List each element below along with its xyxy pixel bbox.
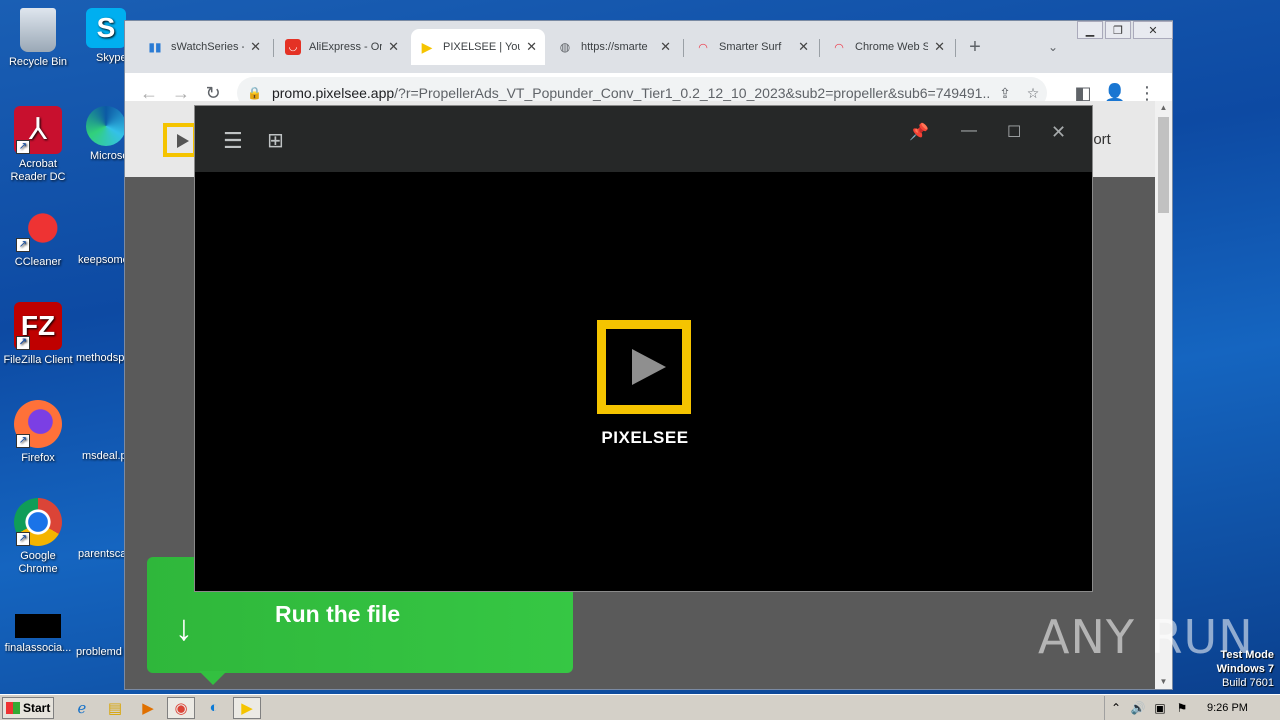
pixelsee-logo-icon <box>597 320 691 414</box>
desktop-icon-acrobat[interactable]: ⅄ ↗ Acrobat Reader DC <box>0 106 76 184</box>
desktop-icon-ccleaner[interactable]: ↗ CCleaner <box>0 204 76 269</box>
desktop-icon-chrome[interactable]: ↗ Google Chrome <box>0 498 76 576</box>
system-tray: ⌃ 🔊 ▣ ⚑ 9:26 PM <box>1104 696 1280 720</box>
url-host: promo.pixelsee.app <box>271 85 395 101</box>
tab-close-icon[interactable]: ✕ <box>798 39 809 55</box>
desktop-icon-firefox[interactable]: ↗ Firefox <box>0 400 76 465</box>
firefox-icon: ↗ <box>14 400 62 448</box>
swatch-icon: ▮▮ <box>148 40 162 54</box>
test-mode-notice: Test Mode Windows 7 Build 7601 <box>1216 649 1274 689</box>
hamburger-menu-icon[interactable]: ☰ <box>223 128 243 154</box>
desktop-icon-problemd[interactable]: problemd <box>76 646 124 658</box>
tray-expand-icon[interactable]: ⌃ <box>1105 701 1127 715</box>
pin-icon[interactable]: 📌 <box>909 122 929 142</box>
shortcut-arrow-icon: ↗ <box>16 434 30 448</box>
desktop-icon-label: Google Chrome <box>18 550 58 575</box>
rainbow-icon: ◠ <box>698 41 708 54</box>
tab-close-icon[interactable]: ✕ <box>934 39 945 55</box>
media-player-icon[interactable]: ▶ <box>134 697 162 719</box>
tab-aliexpress[interactable]: ◡ AliExpress - Or ✕ <box>277 31 407 63</box>
tab-close-icon[interactable]: ✕ <box>660 39 671 55</box>
desktop-icon-parentsca[interactable]: parentsca <box>78 548 126 560</box>
window-controls: ▁ ❐ ✕ <box>1075 21 1173 39</box>
desktop-icon-filezilla[interactable]: FZ ↗ FileZilla Client <box>0 302 76 367</box>
desktop-icon-recycle-bin[interactable]: Recycle Bin <box>0 8 76 69</box>
edge-icon <box>86 106 126 146</box>
desktop-icon-label: Firefox <box>21 452 55 464</box>
skype-icon: S <box>86 8 126 48</box>
scroll-thumb[interactable] <box>1158 117 1169 213</box>
play-icon <box>632 349 666 385</box>
desktop-icon-label: finalassocia... <box>4 642 72 654</box>
ie-icon[interactable]: ℯ <box>68 697 96 719</box>
minimize-icon[interactable]: — <box>961 122 977 140</box>
desktop-icon-label: CCleaner <box>14 256 62 268</box>
shortcut-arrow-icon: ↗ <box>16 336 30 350</box>
desktop-icon-finalassocia[interactable]: finalassocia... <box>0 614 76 655</box>
run-file-label: Run the file <box>275 601 401 627</box>
recycle-bin-icon <box>20 8 56 52</box>
clock[interactable]: 9:26 PM <box>1207 702 1248 714</box>
scroll-down-icon[interactable]: ▼ <box>1155 675 1172 689</box>
tab-pixelsee[interactable]: ▶ PIXELSEE | You ✕ <box>411 29 545 65</box>
globe-icon: ◍ <box>559 40 571 54</box>
explorer-folder-icon[interactable]: ▤ <box>101 697 129 719</box>
scroll-up-icon[interactable]: ▲ <box>1155 101 1172 115</box>
app-name: PIXELSEE <box>601 428 689 447</box>
desktop-icon-msdeal[interactable]: msdeal.p <box>82 450 130 462</box>
lock-icon: 🔒 <box>247 86 262 100</box>
file-icon <box>15 614 61 638</box>
shortcut-arrow-icon: ↗ <box>16 238 30 252</box>
aliexpress-icon: ◡ <box>285 39 301 55</box>
tab-smarter-url[interactable]: ◍ https://smarte ✕ <box>549 31 679 63</box>
tab-close-icon[interactable]: ✕ <box>526 39 537 55</box>
tab-strip: ▮▮ sWatchSeries - ✕ ◡ AliExpress - Or ✕ … <box>125 21 1173 73</box>
tab-smarter-surf[interactable]: ◠ Smarter Surf ✕ <box>687 31 817 63</box>
tab-swatchseries[interactable]: ▮▮ sWatchSeries - ✕ <box>139 31 269 63</box>
close-icon[interactable]: ✕ <box>1051 122 1066 143</box>
share-icon[interactable]: ⇪ <box>991 85 1019 102</box>
windows-flag-icon <box>6 701 20 714</box>
network-icon[interactable]: ▣ <box>1149 701 1171 715</box>
tab-close-icon[interactable]: ✕ <box>250 39 261 55</box>
pixelsee-icon: ▶ <box>421 38 433 55</box>
app-titlebar: ☰ ⊞ 📌 — ☐ ✕ <box>195 106 1092 172</box>
taskbar: Start ℯ ▤ ▶ ◉ ◐ ▶ ⌃ 🔊 ▣ ⚑ 9:26 PM <box>0 694 1280 720</box>
new-tab-plus-icon[interactable]: + <box>959 31 991 63</box>
banner-pointer <box>199 671 227 685</box>
close-icon[interactable]: ✕ <box>1133 21 1173 39</box>
filezilla-icon: FZ ↗ <box>14 302 62 350</box>
url-path: /?r=PropellerAds_VT_Popunder_Conv_Tier1_… <box>394 85 991 101</box>
desktop-icon-label: Recycle Bin <box>8 56 68 68</box>
ccleaner-icon: ↗ <box>14 204 62 252</box>
add-file-icon[interactable]: ⊞ <box>267 128 284 153</box>
rainbow-icon: ◠ <box>834 41 844 54</box>
desktop-icon-label: Acrobat Reader DC <box>10 158 66 183</box>
pixelsee-taskbar-icon[interactable]: ▶ <box>233 696 261 719</box>
action-center-flag-icon[interactable]: ⚑ <box>1171 701 1193 715</box>
tab-close-icon[interactable]: ✕ <box>388 39 399 55</box>
bookmark-star-icon[interactable]: ☆ <box>1019 85 1047 102</box>
chrome-icon: ↗ <box>14 498 62 546</box>
minimize-icon[interactable]: ▁ <box>1077 21 1103 39</box>
tab-search-chevron-down-icon[interactable]: ⌄ <box>1037 31 1069 63</box>
acrobat-icon: ⅄ ↗ <box>14 106 62 154</box>
volume-icon[interactable]: 🔊 <box>1127 701 1149 715</box>
desktop-icon-keepsome[interactable]: keepsome <box>78 254 126 266</box>
edge-taskbar-icon[interactable]: ◐ <box>200 697 228 719</box>
page-scrollbar[interactable]: ▲ ▼ <box>1155 101 1172 689</box>
download-arrow-icon: ↓ <box>175 607 193 648</box>
restore-icon[interactable]: ❐ <box>1105 21 1131 39</box>
pixelsee-app-window: ☰ ⊞ 📌 — ☐ ✕ PIXELSEE <box>194 105 1093 592</box>
chrome-taskbar-icon[interactable]: ◉ <box>167 696 195 719</box>
shortcut-arrow-icon: ↗ <box>16 532 30 546</box>
maximize-icon[interactable]: ☐ <box>1007 122 1021 142</box>
start-button[interactable]: Start <box>2 696 54 719</box>
shortcut-arrow-icon: ↗ <box>16 140 30 154</box>
desktop-icon-methodsp[interactable]: methodsp <box>76 352 124 364</box>
tab-chrome-web-store[interactable]: ◠ Chrome Web S ✕ <box>823 31 953 63</box>
url-text: promo.pixelsee.app/?r=PropellerAds_VT_Po… <box>272 85 991 101</box>
pixelsee-logo-icon[interactable] <box>163 123 197 157</box>
desktop-icon-label: FileZilla Client <box>3 354 73 366</box>
